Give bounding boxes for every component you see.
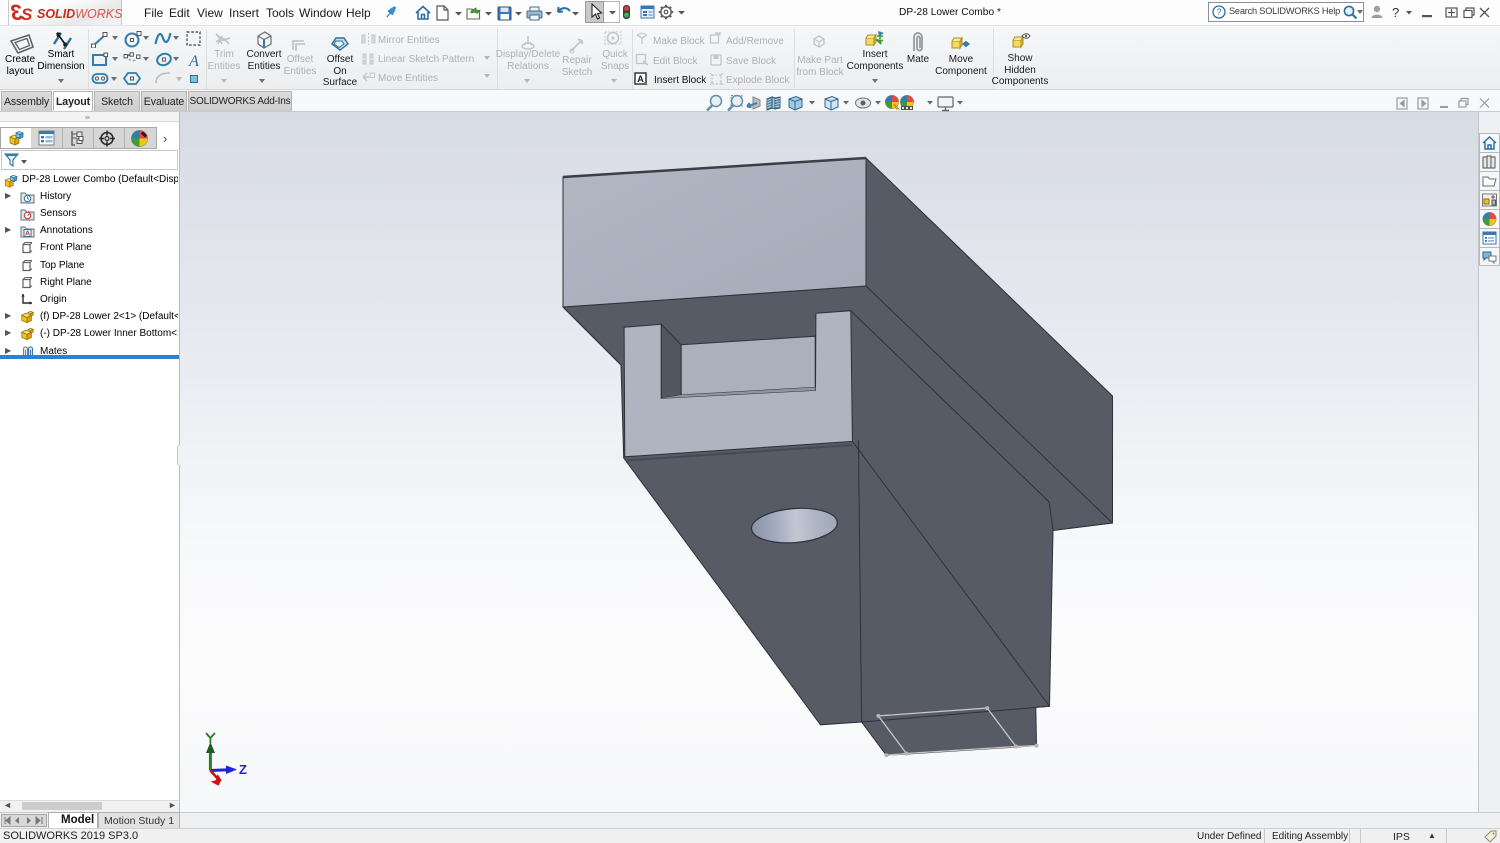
svg-text:A: A	[637, 74, 644, 84]
svg-text:S: S	[21, 5, 33, 24]
svg-text:A: A	[25, 231, 30, 238]
svg-text:Z: Z	[239, 762, 247, 777]
svg-text:?: ?	[1392, 5, 1399, 20]
svg-text:?: ?	[1216, 7, 1221, 17]
svg-text:A: A	[188, 53, 199, 69]
